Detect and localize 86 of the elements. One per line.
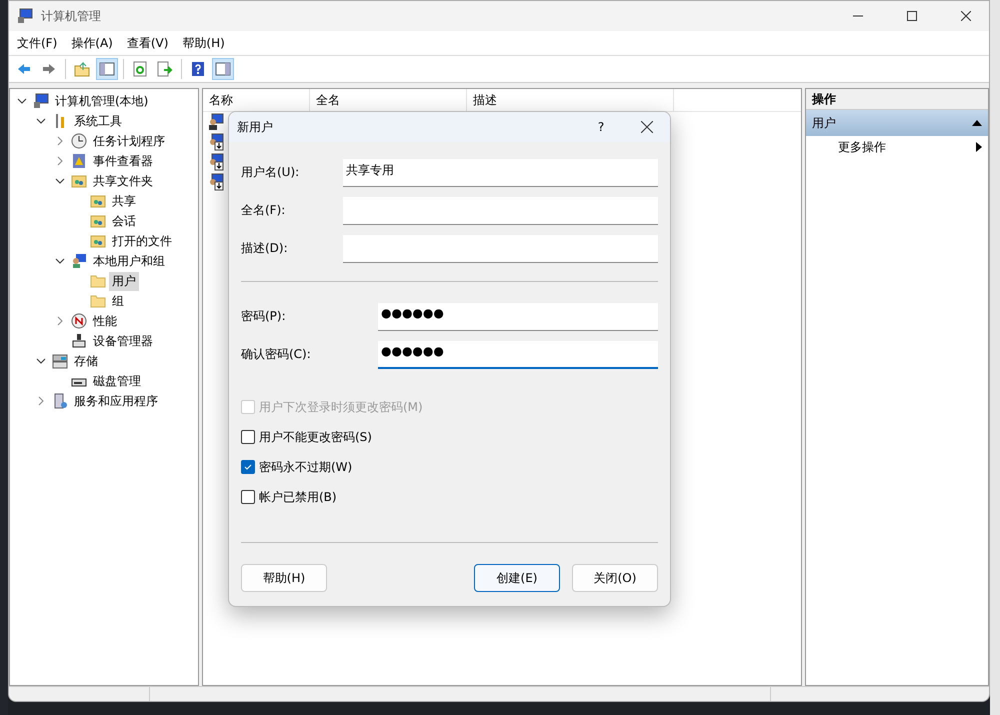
close-icon [641,121,653,133]
collapse-chevron-icon[interactable] [36,116,46,126]
tree-item[interactable]: 本地用户和组 [90,252,168,270]
tree-item[interactable]: 设备管理器 [90,332,156,350]
checkbox[interactable]: 用户不能更改密码(S) [241,422,658,452]
shared-folder-icon [90,233,106,249]
field-label: 全名(F): [241,202,286,219]
menu-item[interactable]: 帮助(H) [182,34,225,52]
tree-item[interactable]: 打开的文件 [109,232,175,250]
close-icon [961,11,971,21]
gauge-icon [71,313,87,329]
collapse-chevron-icon[interactable] [55,176,65,186]
field-label: 确认密码(C): [241,346,312,363]
action-item[interactable]: 更多操作 [806,136,988,158]
folder-up-icon [74,61,90,77]
computer-icon [17,8,33,24]
submenu-arrow-icon [976,142,982,152]
tree-item[interactable]: 用户 [109,272,139,290]
field-label: 密码(P): [241,308,287,325]
server-icon [52,393,68,409]
input-field[interactable]: 共享专用 [343,158,658,186]
event-log-icon [71,153,87,169]
actions-header: 操作 [806,89,988,110]
tree-item[interactable]: 共享 [109,192,139,210]
tree-item[interactable]: 系统工具 [71,112,125,130]
menu-item[interactable]: 操作(A) [71,34,113,52]
folder-icon [90,293,106,309]
export-list-icon [157,61,173,77]
collapse-chevron-icon[interactable] [17,96,27,106]
shared-folder-icon [71,173,87,189]
shared-folder-icon [90,213,106,229]
field-label: 用户名(U): [241,164,300,181]
tree-item[interactable]: 共享文件夹 [90,172,156,190]
help-icon [190,61,206,77]
tree-item[interactable]: 服务和应用程序 [71,392,161,410]
collapse-chevron-icon[interactable] [36,356,46,366]
tree-item[interactable]: 组 [109,292,127,310]
forward-icon [41,61,57,77]
device-icon [71,333,87,349]
folder-icon [90,273,106,289]
password-field[interactable]: ●●●●●● [378,302,658,330]
tree-item[interactable]: 性能 [90,312,120,330]
checkbox[interactable]: 密码永不过期(W) [241,452,658,482]
expand-chevron-icon[interactable] [55,316,65,326]
users-icon [71,253,87,269]
disabled-user-icon [208,133,224,151]
disabled-user-icon [208,173,224,191]
console-tree-icon [99,61,115,77]
user-icon [208,113,224,131]
help-button[interactable]: ? [578,112,624,142]
field-label: 描述(D): [241,240,289,257]
password-field[interactable]: ●●●●●● [378,340,658,368]
shared-folder-icon [90,193,106,209]
collapse-chevron-icon[interactable] [55,256,65,266]
input-field[interactable] [343,196,658,224]
tree-item[interactable]: 计算机管理(本地) [52,92,152,110]
storage-icon [52,353,68,369]
dialog-button[interactable]: 创建(E) [474,564,560,592]
expand-chevron-icon[interactable] [55,156,65,166]
window-title: 计算机管理 [41,8,102,24]
tree-item[interactable]: 事件查看器 [90,152,156,170]
collapse-arrow-icon [972,120,982,126]
input-field[interactable] [343,234,658,262]
dialog-title: 新用户 [237,118,274,136]
dialog-button[interactable]: 帮助(H) [241,564,327,592]
refresh-icon [132,61,148,77]
checkbox[interactable]: 帐户已禁用(B) [241,482,658,512]
console-tree-button[interactable] [96,58,118,80]
menu-item[interactable]: 查看(V) [126,34,168,52]
action-pane-icon [215,61,231,77]
tree-item[interactable]: 任务计划程序 [90,132,168,150]
tree-item[interactable]: 存储 [71,352,101,370]
tree-item[interactable]: 会话 [109,212,139,230]
expand-chevron-icon[interactable] [55,136,65,146]
menu-item[interactable]: 文件(F) [17,34,58,52]
back-icon [16,61,32,77]
expand-chevron-icon[interactable] [36,396,46,406]
check-icon [244,463,252,471]
clock-icon [71,133,87,149]
tree-item[interactable]: 磁盘管理 [90,372,144,390]
maximize-icon [907,11,917,21]
computer-icon [33,93,49,109]
dialog-button[interactable]: 关闭(O) [572,564,658,592]
disabled-user-icon [208,153,224,171]
action-section[interactable]: 用户 [806,110,988,136]
action-pane-button[interactable] [212,58,234,80]
